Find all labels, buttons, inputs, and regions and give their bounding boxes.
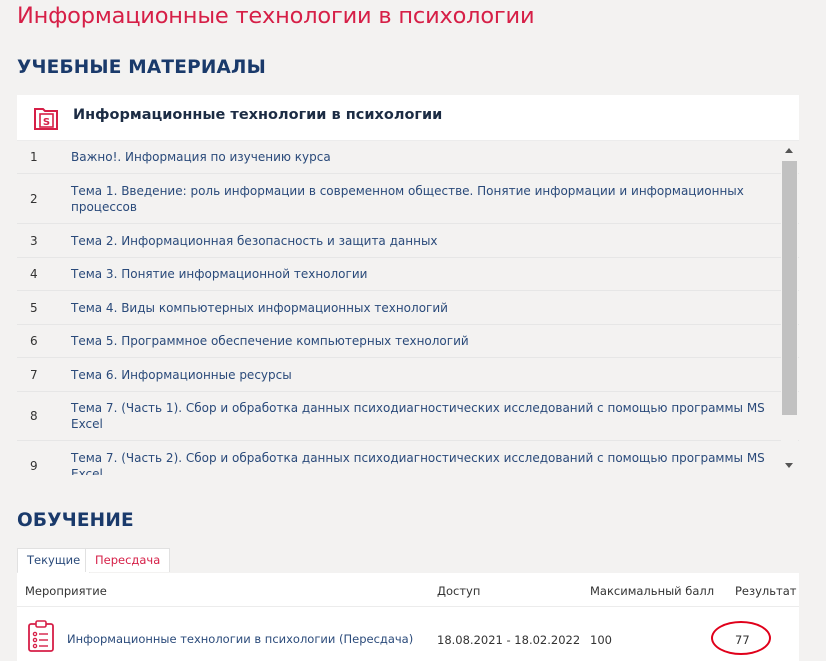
list-item[interactable]: 3 Тема 2. Информационная безопасность и …: [17, 224, 799, 258]
item-link[interactable]: Тема 5. Программное обеспечение компьюте…: [71, 333, 771, 349]
tab-retake[interactable]: Пересдача: [85, 548, 171, 572]
page-title: Информационные технологии в психологии: [17, 3, 535, 29]
table-row: Информационные технологии в психологии (…: [17, 607, 799, 661]
event-link[interactable]: Информационные технологии в психологии (…: [67, 632, 413, 646]
item-number: 1: [30, 150, 38, 164]
list-item[interactable]: 8 Тема 7. (Часть 1). Сбор и обработка да…: [17, 392, 799, 441]
item-number: 7: [30, 367, 38, 382]
list-item[interactable]: 7 Тема 6. Информационные ресурсы: [17, 358, 799, 392]
learning-heading: ОБУЧЕНИЕ: [17, 510, 134, 531]
list-item[interactable]: 6 Тема 5. Программное обеспечение компью…: [17, 325, 799, 358]
scroll-up-arrow-icon[interactable]: [785, 148, 793, 153]
item-link[interactable]: Тема 7. (Часть 2). Сбор и обработка данн…: [71, 450, 771, 476]
checklist-icon: [28, 620, 54, 652]
column-result: Результат: [735, 584, 797, 598]
column-event: Мероприятие: [25, 584, 107, 598]
scrollbar-thumb[interactable]: [782, 161, 797, 415]
list-item[interactable]: 1 Важно!. Информация по изучению курса: [17, 141, 799, 174]
item-number: 5: [30, 300, 38, 315]
item-link[interactable]: Тема 1. Введение: роль информации в совр…: [71, 183, 771, 215]
list-item[interactable]: 5 Тема 4. Виды компьютерных информационн…: [17, 291, 799, 325]
course-header: S Информационные технологии в психологии: [17, 95, 799, 141]
item-number: 4: [30, 267, 38, 281]
column-access: Доступ: [437, 584, 481, 598]
materials-list: 1 Важно!. Информация по изучению курса 2…: [17, 141, 799, 475]
item-link[interactable]: Тема 4. Виды компьютерных информационных…: [71, 300, 771, 316]
item-link[interactable]: Тема 3. Понятие информационной технологи…: [71, 266, 771, 282]
column-max-score: Максимальный балл: [590, 584, 715, 598]
list-item[interactable]: 9 Тема 7. (Часть 2). Сбор и обработка да…: [17, 441, 799, 476]
svg-text:S: S: [43, 117, 50, 128]
materials-heading: УЧЕБНЫЕ МАТЕРИАЛЫ: [17, 57, 266, 78]
materials-card: S Информационные технологии в психологии…: [17, 95, 799, 475]
max-score: 100: [590, 633, 612, 647]
item-number: 2: [30, 191, 38, 206]
result-score: 77: [735, 633, 750, 647]
access-period: 18.08.2021 - 18.02.2022: [437, 633, 581, 647]
item-link[interactable]: Тема 7. (Часть 1). Сбор и обработка данн…: [71, 400, 771, 432]
item-number: 6: [30, 334, 38, 348]
item-number: 8: [30, 409, 38, 423]
materials-scrollbar[interactable]: [781, 141, 798, 475]
item-number: 3: [30, 233, 38, 248]
item-link[interactable]: Тема 6. Информационные ресурсы: [71, 367, 771, 383]
course-title: Информационные технологии в психологии: [73, 107, 443, 123]
tab-current[interactable]: Текущие: [17, 548, 91, 574]
scroll-down-arrow-icon[interactable]: [785, 463, 793, 468]
list-item[interactable]: 2 Тема 1. Введение: роль информации в со…: [17, 174, 799, 224]
item-link[interactable]: Важно!. Информация по изучению курса: [71, 149, 771, 165]
item-number: 9: [30, 458, 38, 473]
course-logo-icon: S: [34, 108, 58, 130]
item-link[interactable]: Тема 2. Информационная безопасность и за…: [71, 233, 771, 249]
list-item[interactable]: 4 Тема 3. Понятие информационной техноло…: [17, 258, 799, 291]
learning-table: Мероприятие Доступ Максимальный балл Рез…: [17, 573, 799, 661]
table-header: Мероприятие Доступ Максимальный балл Рез…: [17, 573, 799, 607]
